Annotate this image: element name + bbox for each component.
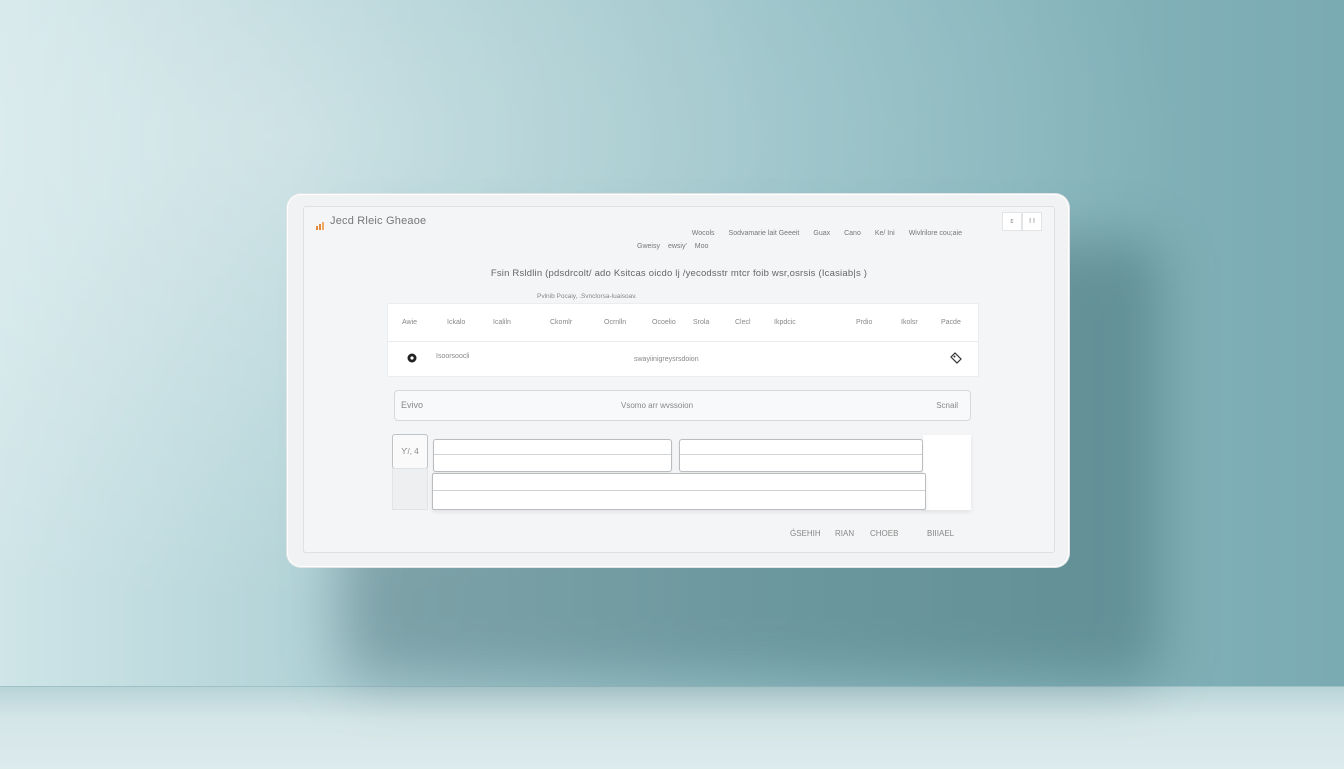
data-table: Awie Ickalo Icaliln Ckomlr Ocrnlln Ocoel… [387,303,979,377]
wide-text-field[interactable] [432,473,926,510]
bar-right-button[interactable]: Scnail [936,401,958,410]
column-header[interactable]: Pacde [941,319,961,326]
sub-nav: Gweisy ewsiy' Moo [637,243,708,250]
footer-link[interactable]: RIAN [835,529,854,538]
window-controls: ɛ I I [1002,212,1042,231]
column-header[interactable]: Clecl [735,319,751,326]
circle-bullet-icon [407,353,417,363]
row-value: swayiinigreysrsdoion [634,356,699,363]
nav-item[interactable]: Sodvamarie lait Geeeit [729,230,800,237]
footer-link[interactable]: CHOEB [870,529,898,538]
column-header[interactable]: Awie [402,319,417,326]
nav-item[interactable]: Wocols [692,230,715,237]
column-header[interactable]: Prdio [856,319,872,326]
app-title: Jecd Rleic Gheaoe [330,215,427,227]
app-brand[interactable]: Jecd Rleic Gheaoe [316,215,427,230]
device-frame: Jecd Rleic Gheaoe ɛ I I Wocols Sodvamari… [287,194,1069,567]
table-row[interactable]: Isoorsoocli swayiinigreysrsdoion [388,342,978,377]
bar-center-label: Vsomo arr wvssoion [621,401,694,410]
subnav-item[interactable]: Moo [695,243,709,250]
page-subline: Pvlnib Pocaiy, .Svnclorsa-luaisoav. [537,293,637,300]
column-header[interactable]: Ikpdcic [774,319,796,326]
footer-link[interactable]: ǴSEHIH [790,529,821,538]
top-nav: Wocols Sodvamarie lait Geeeit Guax Cano … [692,230,962,237]
subnav-item[interactable]: Gweisy [637,243,660,250]
column-header[interactable]: Ickalo [447,319,465,326]
app-window: Jecd Rleic Gheaoe ɛ I I Wocols Sodvamari… [303,206,1055,553]
nav-item[interactable]: Guax [813,230,830,237]
chart-logo-icon [316,217,326,230]
nav-item[interactable]: Ke/ Ini [875,230,895,237]
action-bar[interactable]: Evivo Vsomo arr wvssoion Scnail [394,390,971,421]
footer-link[interactable]: BIIIAEL [927,529,954,538]
tag-icon[interactable] [949,351,963,365]
column-header[interactable]: Ikolsr [901,319,918,326]
pause-button[interactable]: I I [1022,212,1042,231]
nav-item[interactable]: Cano [844,230,861,237]
table-header: Awie Ickalo Icaliln Ckomlr Ocrnlln Ocoel… [388,304,978,342]
row-label: Isoorsoocli [436,353,470,360]
column-header[interactable]: Ocoelio [652,319,676,326]
form-area: Ƴ/, 4 [392,433,975,512]
subnav-item[interactable]: ewsiy' [668,243,687,250]
bar-left-label: Evivo [401,400,424,410]
page-headline: Fsin Rsldlin (pdsdrcolt/ ado Ksitcas oic… [490,268,868,279]
text-field[interactable] [433,439,672,472]
minimize-button[interactable]: ɛ [1002,212,1022,231]
column-header[interactable]: Ocrnlln [604,319,626,326]
column-header[interactable]: Icaliln [493,319,511,326]
column-header[interactable]: Srola [693,319,709,326]
right-panel [923,435,971,510]
side-panel [392,468,428,510]
nav-item[interactable]: Wivlrilore cou;aie [909,230,962,237]
floor-surface [0,686,1344,769]
column-header[interactable]: Ckomlr [550,319,572,326]
side-button[interactable]: Ƴ/, 4 [392,434,428,469]
text-field[interactable] [679,439,923,472]
